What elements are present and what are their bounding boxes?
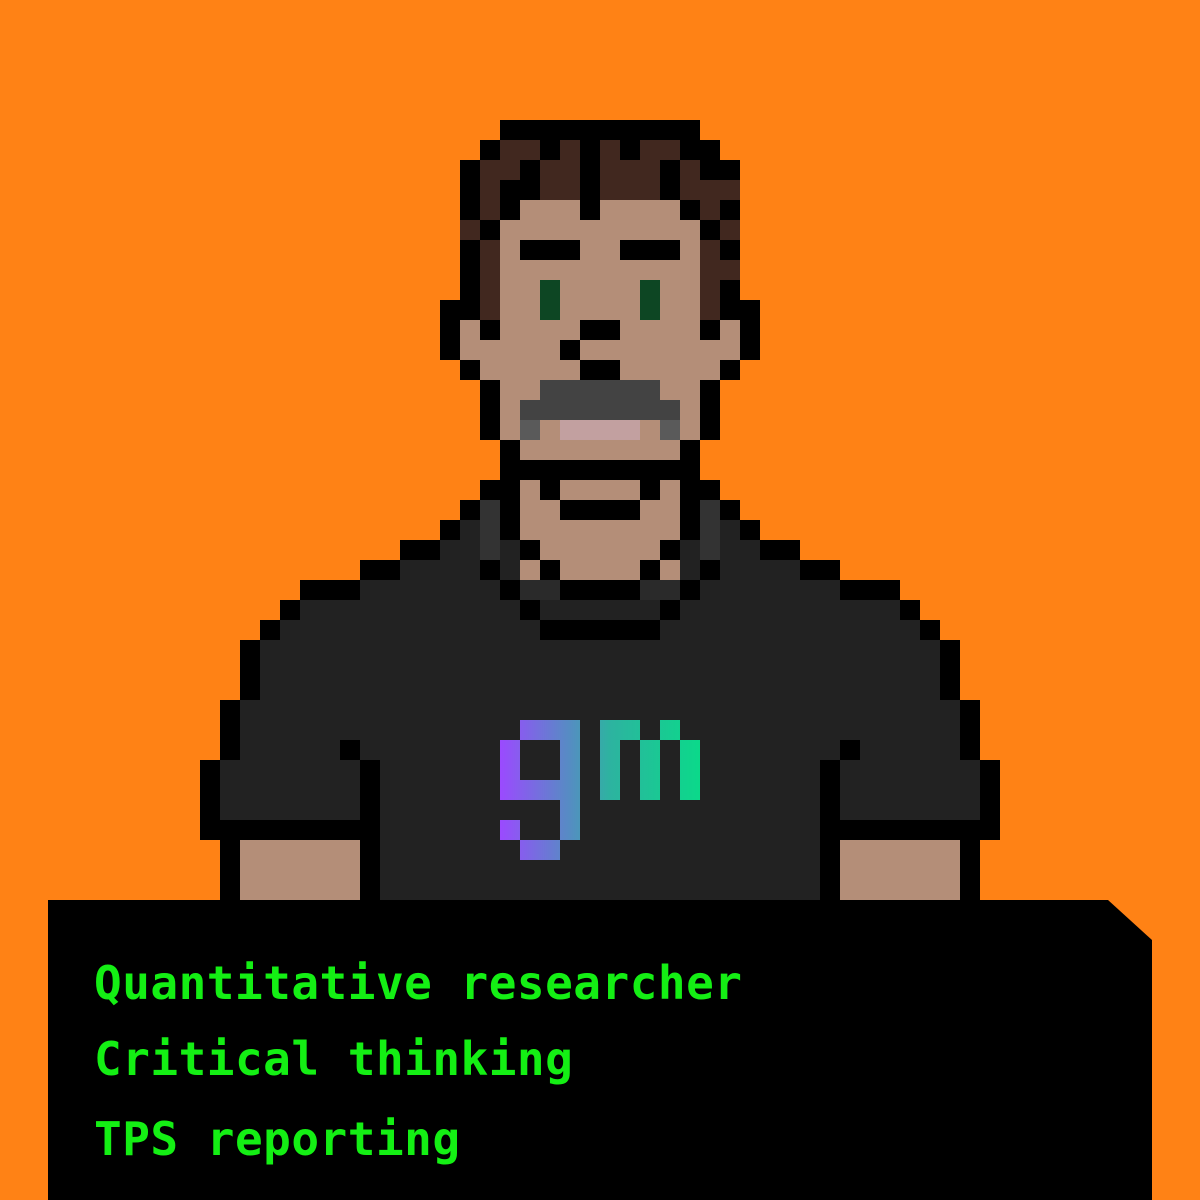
- right-eyebrow: [620, 240, 680, 260]
- trait-line: Quantitative researcher: [94, 956, 743, 1010]
- right-eye: [640, 280, 660, 320]
- nose: [580, 320, 620, 340]
- mustache: [540, 380, 660, 400]
- info-panel: Quantitative researcher Critical thinkin…: [48, 900, 1152, 1200]
- trait-line: Critical thinking: [94, 1032, 574, 1086]
- left-eyebrow: [520, 240, 580, 260]
- left-eye: [540, 280, 560, 320]
- trait-line: TPS reporting: [94, 1112, 461, 1166]
- lips: [560, 420, 640, 440]
